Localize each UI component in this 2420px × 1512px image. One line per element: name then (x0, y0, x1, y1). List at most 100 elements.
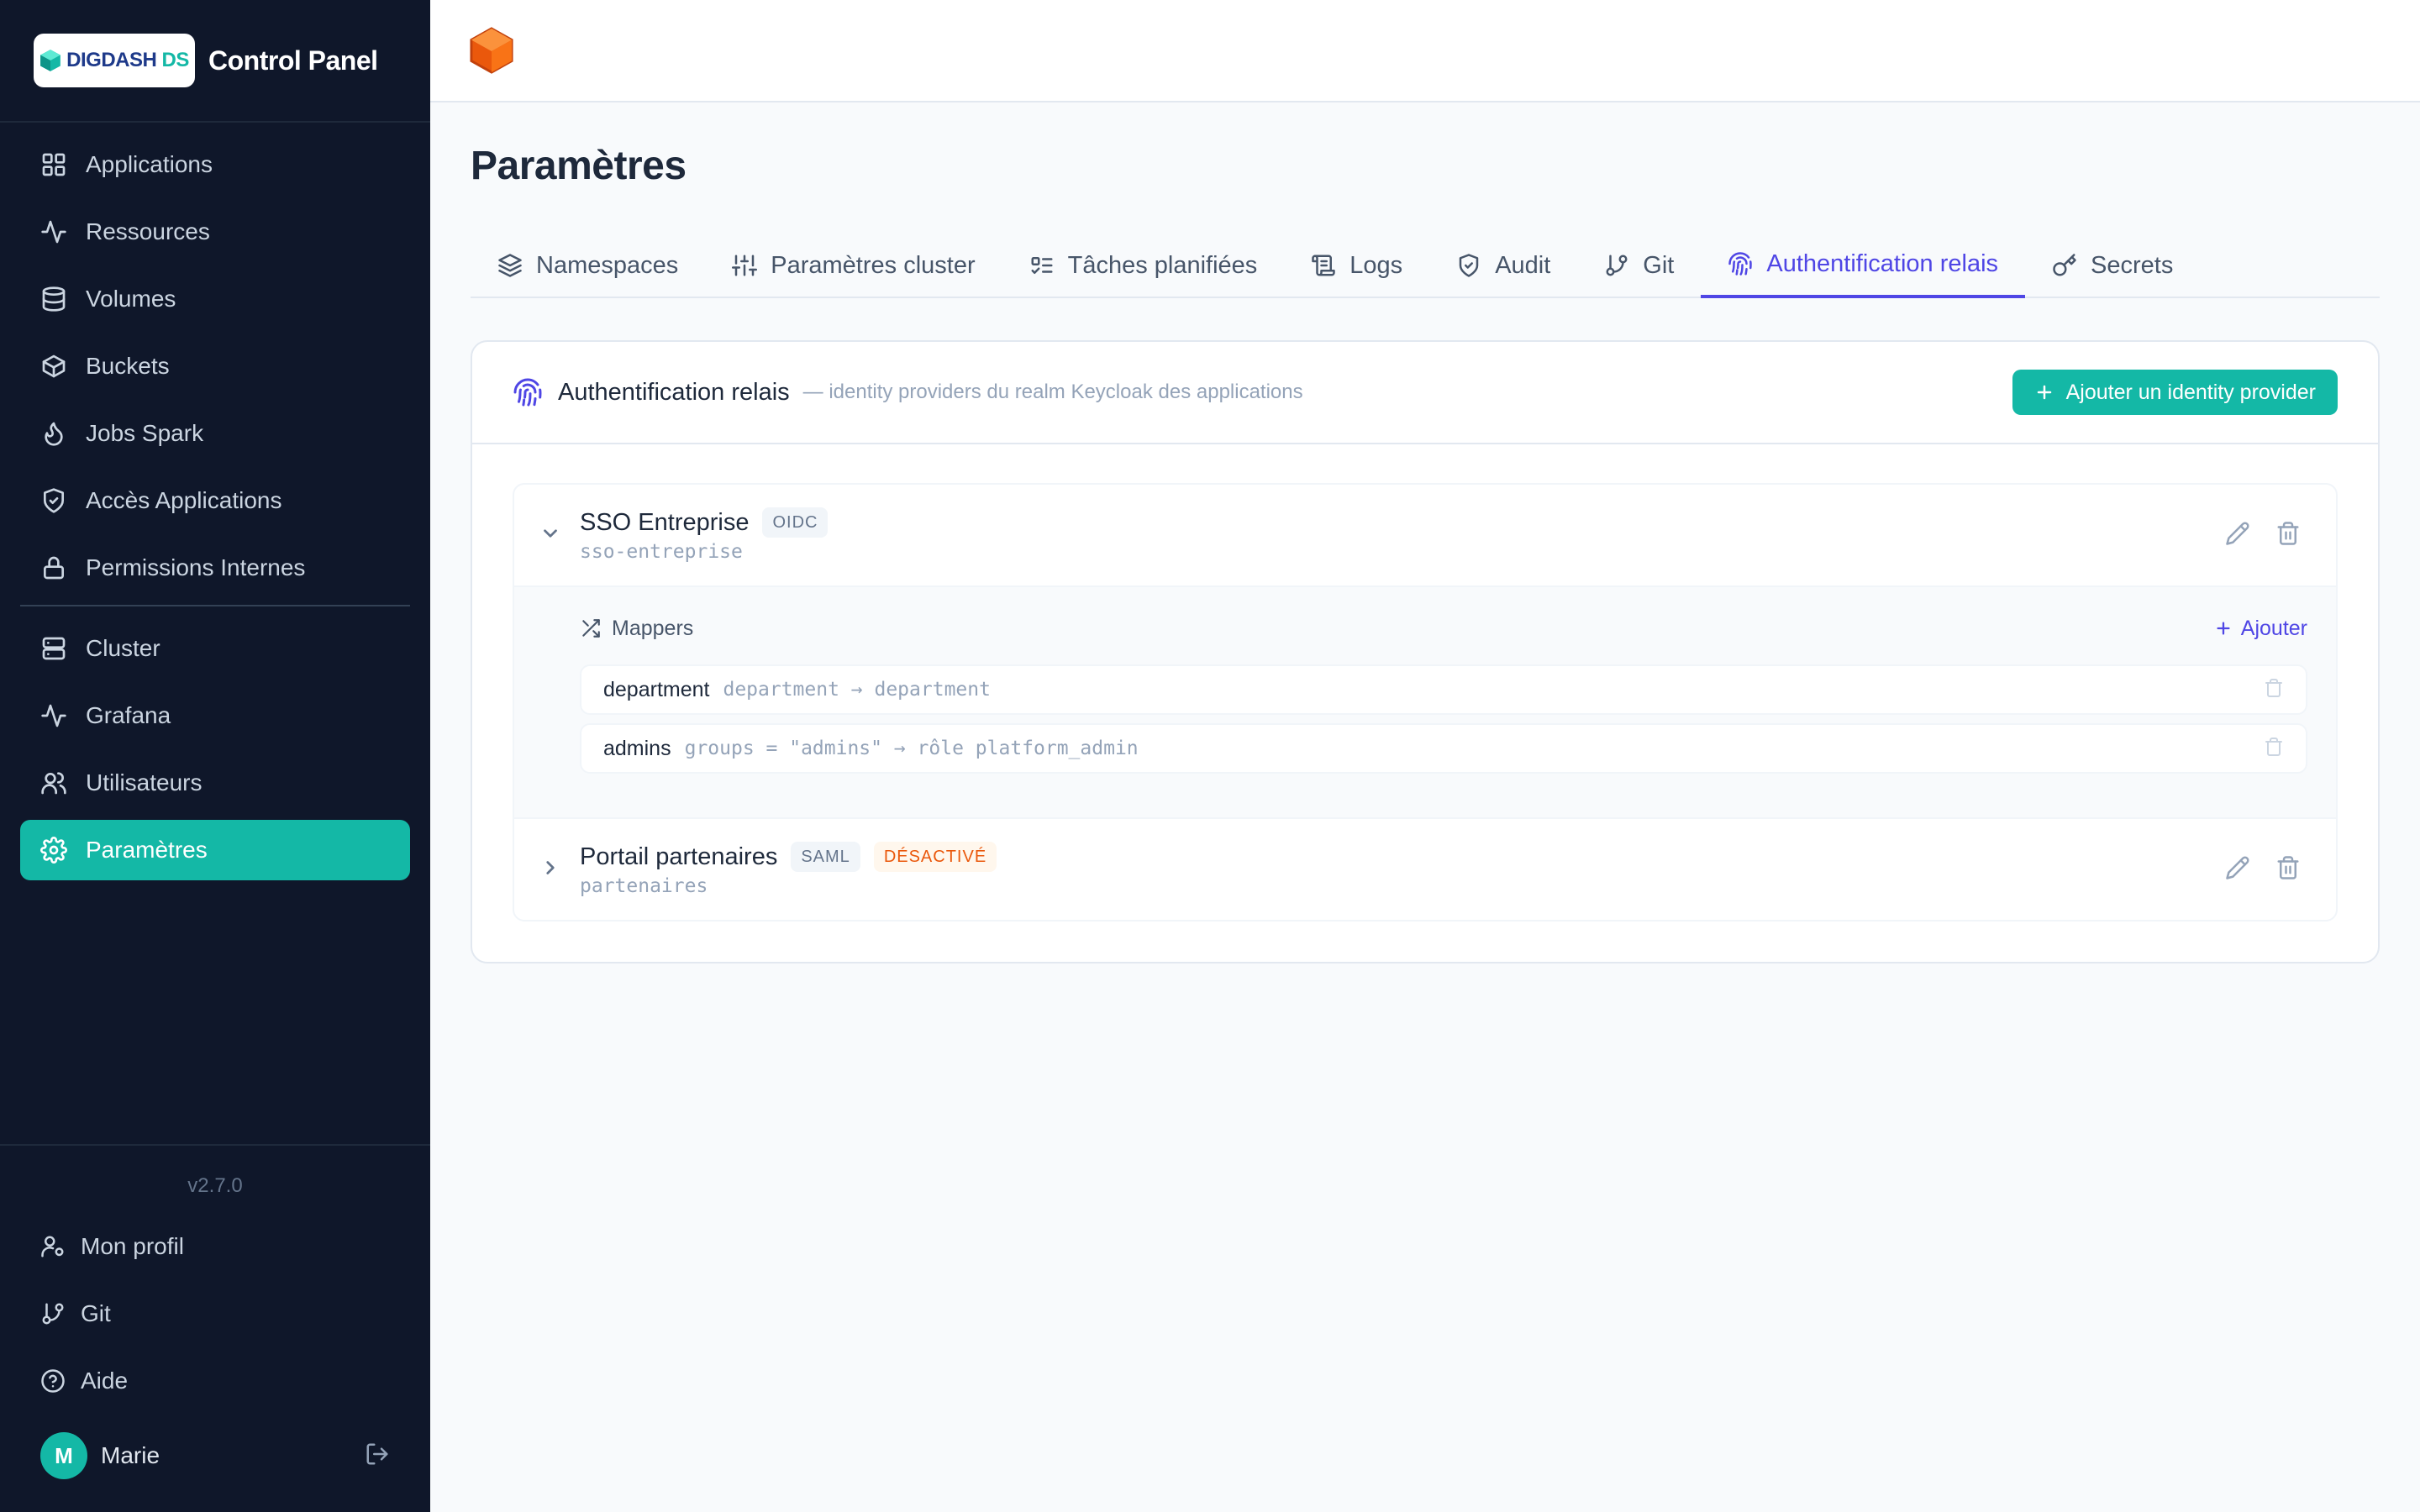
sidebar-item-applications[interactable]: Applications (20, 134, 410, 195)
logo-text: DIGDASH DS (66, 49, 189, 71)
git-branch-icon (42, 1303, 64, 1325)
provider-info: SSO Entreprise OIDC sso-entreprise (580, 507, 829, 563)
cube-logo-icon[interactable] (469, 26, 514, 75)
sidebar-item-grafana[interactable]: Grafana (20, 685, 410, 746)
plus-icon (2037, 385, 2051, 400)
mappers-title: Mappers (612, 616, 694, 640)
user-profile: M Marie (20, 1418, 410, 1494)
disabled-status-badge: DÉSACTIVÉ (873, 842, 997, 872)
delete-mapper-button[interactable] (2264, 737, 2284, 761)
tab-secrets[interactable]: Secrets (2025, 233, 2200, 298)
sidebar-item-label: Volumes (86, 286, 176, 312)
trash-icon (2277, 521, 2299, 545)
provider-list: SSO Entreprise OIDC sso-entreprise Mappe… (513, 483, 2338, 921)
sidebar-item-acces-applications[interactable]: Accès Applications (20, 470, 410, 531)
delete-button[interactable] (2275, 855, 2301, 885)
sidebar-item-volumes[interactable]: Volumes (20, 269, 410, 329)
auth-relay-card: Authentification relais — identity provi… (471, 340, 2380, 963)
chevron-down-icon (544, 528, 557, 538)
sidebar-item-permissions-internes[interactable]: Permissions Internes (20, 538, 410, 598)
sidebar-item-label: Paramètres (86, 837, 208, 863)
tab-label: Namespaces (536, 251, 679, 279)
tab-label: Tâches planifiées (1067, 251, 1258, 279)
shield-check-icon (1459, 254, 1479, 277)
activity-icon (41, 704, 66, 727)
server-icon (42, 637, 66, 660)
sidebar-item-utilisateurs[interactable]: Utilisateurs (20, 753, 410, 813)
logout-button[interactable] (365, 1441, 390, 1471)
help-circle-icon (41, 1369, 65, 1393)
mapper-name: department (603, 677, 710, 701)
user-cog-icon (41, 1236, 64, 1257)
brand-logo[interactable]: DIGDASH DS (34, 34, 195, 87)
key-icon (2053, 254, 2076, 276)
gear-icon (40, 837, 67, 864)
provider-item: SSO Entreprise OIDC sso-entreprise Mappe… (514, 485, 2336, 819)
sidebar-item-label: Mon profil (81, 1233, 184, 1259)
sidebar-item-aide[interactable]: Aide (20, 1347, 410, 1415)
main-area: Paramètres Namespaces Paramètres cluster… (430, 0, 2420, 1512)
logout-icon (366, 1443, 388, 1464)
provider-type-badge: OIDC (762, 507, 829, 538)
box-icon (42, 354, 66, 378)
tab-parametres-cluster[interactable]: Paramètres cluster (705, 233, 1002, 298)
sidebar-item-parametres[interactable]: Paramètres (20, 820, 410, 880)
sidebar-item-label: Applications (86, 151, 213, 177)
provider-name-line: Portail partenaires SAML DÉSACTIVÉ (580, 842, 997, 872)
flame-icon (45, 422, 63, 446)
tab-audit[interactable]: Audit (1429, 233, 1577, 298)
database-icon (42, 286, 66, 312)
sidebar-footer: v2.7.0 Mon profil Git Aide M Marie (0, 1144, 430, 1512)
sidebar-item-label: Grafana (86, 702, 171, 728)
edit-button[interactable] (2225, 521, 2250, 550)
sidebar-item-cluster[interactable]: Cluster (20, 618, 410, 679)
tab-taches-planifiees[interactable]: Tâches planifiées (1002, 233, 1285, 298)
delete-mapper-button[interactable] (2264, 678, 2284, 702)
sidebar-item-jobs-spark[interactable]: Jobs Spark (20, 403, 410, 464)
provider-info: Portail partenaires SAML DÉSACTIVÉ parte… (580, 842, 997, 897)
provider-alias: sso-entreprise (580, 541, 743, 563)
fingerprint-icon (513, 378, 542, 407)
provider-name: Portail partenaires (580, 843, 778, 870)
sidebar-item-label: Utilisateurs (86, 769, 203, 795)
tab-label: Authentification relais (1766, 249, 1999, 277)
app-title: Control Panel (208, 45, 378, 76)
sidebar-item-label: Cluster (86, 635, 160, 661)
sliders-icon (732, 255, 758, 276)
edit-button[interactable] (2225, 855, 2250, 885)
app-version: v2.7.0 (187, 1174, 243, 1197)
sidebar-item-label: Git (81, 1300, 111, 1326)
provider-row[interactable]: SSO Entreprise OIDC sso-entreprise (514, 485, 2336, 585)
card-title: Authentification relais (558, 378, 790, 406)
logo-cube-icon (40, 50, 61, 71)
tab-namespaces[interactable]: Namespaces (471, 233, 705, 298)
add-mapper-button[interactable]: Ajouter (2214, 617, 2307, 641)
tab-git[interactable]: Git (1577, 233, 1701, 298)
card-header: Authentification relais — identity provi… (472, 342, 2378, 444)
tab-label: Audit (1495, 251, 1551, 279)
delete-button[interactable] (2275, 521, 2301, 550)
sidebar-item-ressources[interactable]: Ressources (20, 202, 410, 262)
trash-icon (2265, 678, 2282, 697)
plus-icon (2217, 622, 2230, 635)
sidebar-item-label: Permissions Internes (86, 554, 306, 580)
trash-icon (2265, 737, 2282, 756)
fingerprint-icon (1728, 252, 1753, 276)
provider-name-line: SSO Entreprise OIDC (580, 507, 829, 538)
sidebar-item-mon-profil[interactable]: Mon profil (20, 1213, 410, 1280)
shield-check-icon (44, 488, 64, 513)
expand-toggle[interactable] (539, 857, 561, 883)
tab-authentification-relais[interactable]: Authentification relais (1701, 233, 2026, 298)
sidebar: DIGDASH DS Control Panel Applications Re… (0, 0, 430, 1512)
add-identity-provider-button[interactable]: Ajouter un identity provider (2012, 370, 2338, 415)
card-body: SSO Entreprise OIDC sso-entreprise Mappe… (472, 444, 2378, 962)
sidebar-item-label: Accès Applications (86, 487, 282, 513)
sidebar-item-buckets[interactable]: Buckets (20, 336, 410, 396)
provider-row[interactable]: Portail partenaires SAML DÉSACTIVÉ parte… (514, 819, 2336, 920)
avatar[interactable]: M (40, 1432, 87, 1479)
provider-type-badge: SAML (791, 842, 860, 872)
provider-actions (2225, 521, 2301, 550)
sidebar-item-git[interactable]: Git (20, 1280, 410, 1347)
collapse-toggle[interactable] (539, 522, 561, 549)
tab-logs[interactable]: Logs (1284, 233, 1429, 298)
